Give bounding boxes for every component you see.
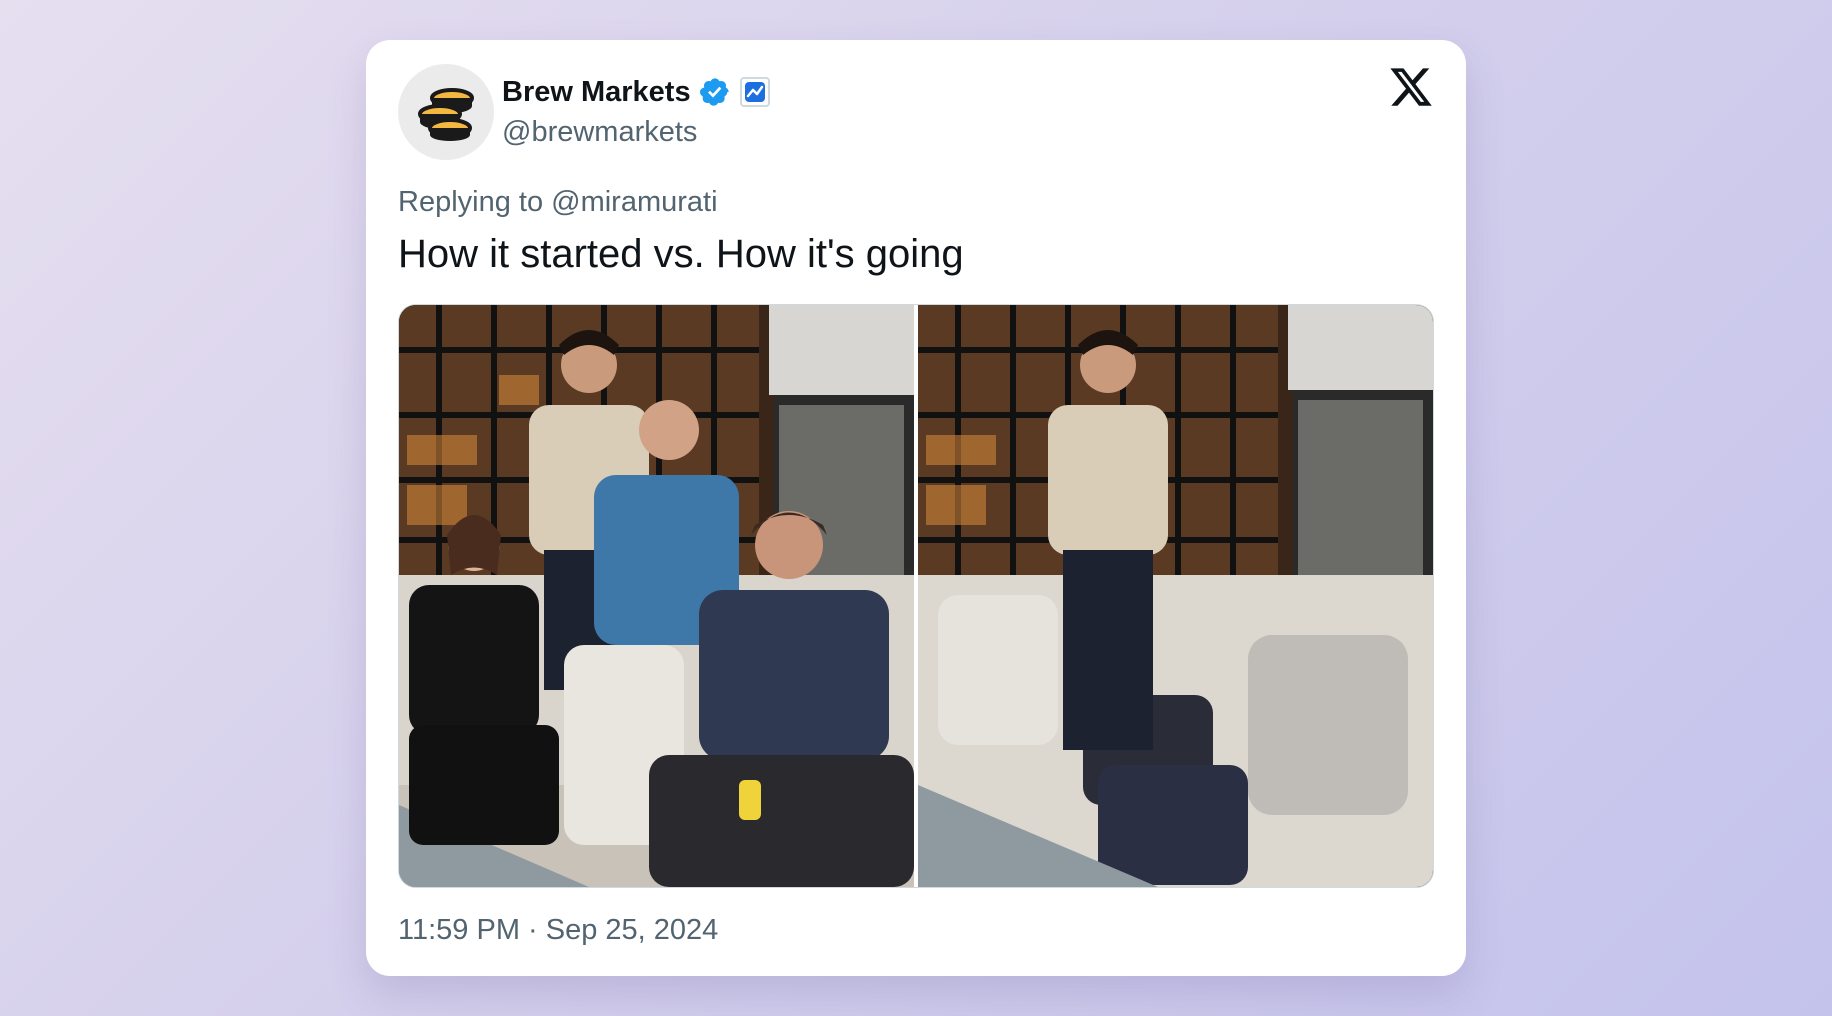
reply-context[interactable]: Replying to @miramurati xyxy=(398,186,718,219)
author-handle[interactable]: @brewmarkets xyxy=(502,116,697,149)
author-name-row: Brew Markets xyxy=(502,72,771,112)
media-grid xyxy=(398,304,1434,888)
verified-badge-icon xyxy=(699,76,731,108)
photo-how-it-started[interactable] xyxy=(399,305,914,887)
affiliate-badge-icon[interactable] xyxy=(739,76,771,108)
photo-how-its-going[interactable] xyxy=(918,305,1433,887)
author-name[interactable]: Brew Markets xyxy=(502,76,691,109)
author-avatar[interactable] xyxy=(398,64,494,160)
x-logo-icon[interactable] xyxy=(1388,64,1434,110)
tweet-timestamp[interactable]: 11:59 PM · Sep 25, 2024 xyxy=(398,914,718,947)
tweet-card: Brew Markets @brewmarkets Replying to @m… xyxy=(366,40,1466,976)
tweet-text: How it started vs. How it's going xyxy=(398,232,964,276)
coin-stack-icon xyxy=(418,88,474,141)
